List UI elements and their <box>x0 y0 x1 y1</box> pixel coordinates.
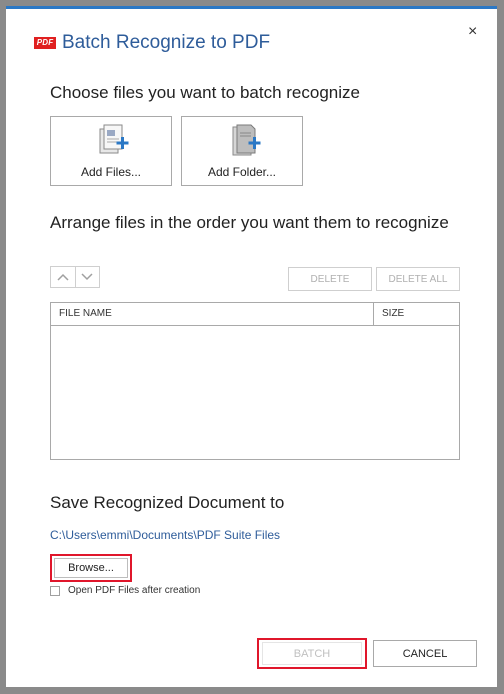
dialog-title: Batch Recognize to PDF <box>62 32 271 53</box>
add-folder-icon <box>232 124 261 156</box>
save-path-link[interactable]: C:\Users\emmi\Documents\PDF Suite Files <box>50 528 280 542</box>
choose-files-heading: Choose files you want to batch recognize <box>50 83 360 102</box>
add-files-icon <box>99 124 129 154</box>
move-down-button[interactable] <box>74 267 100 287</box>
save-location-heading: Save Recognized Document to <box>50 493 285 512</box>
batch-button[interactable]: BATCH <box>257 638 367 669</box>
batch-recognize-dialog: PDF Batch Recognize to PDF × Choose file… <box>6 6 497 687</box>
cancel-button[interactable]: CANCEL <box>373 640 477 667</box>
add-files-label: Add Files... <box>80 165 142 179</box>
reorder-controls <box>50 266 100 288</box>
pdf-logo-icon: PDF <box>34 37 56 49</box>
open-after-creation-label: Open PDF Files after creation <box>68 585 201 596</box>
chevron-down-icon <box>81 273 93 281</box>
delete-button[interactable]: DELETE <box>288 267 372 291</box>
close-icon[interactable]: × <box>468 23 477 41</box>
file-list-table[interactable]: FILE NAME SIZE <box>50 302 460 460</box>
add-folder-label: Add Folder... <box>207 165 277 179</box>
browse-button[interactable]: Browse... <box>50 554 132 582</box>
table-header: FILE NAME SIZE <box>51 303 459 326</box>
delete-all-button[interactable]: DELETE ALL <box>376 267 460 291</box>
add-files-button[interactable]: Add Files... <box>50 116 172 186</box>
file-name-column-header[interactable]: FILE NAME <box>51 303 374 325</box>
batch-label: BATCH <box>262 642 362 665</box>
move-up-button[interactable] <box>51 267 75 287</box>
browse-label: Browse... <box>54 558 128 578</box>
chevron-up-icon <box>57 273 69 281</box>
size-column-header[interactable]: SIZE <box>374 303 459 325</box>
add-folder-button[interactable]: Add Folder... <box>181 116 303 186</box>
open-after-creation-option[interactable]: Open PDF Files after creation <box>50 585 200 596</box>
open-after-creation-checkbox[interactable] <box>50 585 60 596</box>
arrange-files-heading: Arrange files in the order you want them… <box>50 213 449 232</box>
